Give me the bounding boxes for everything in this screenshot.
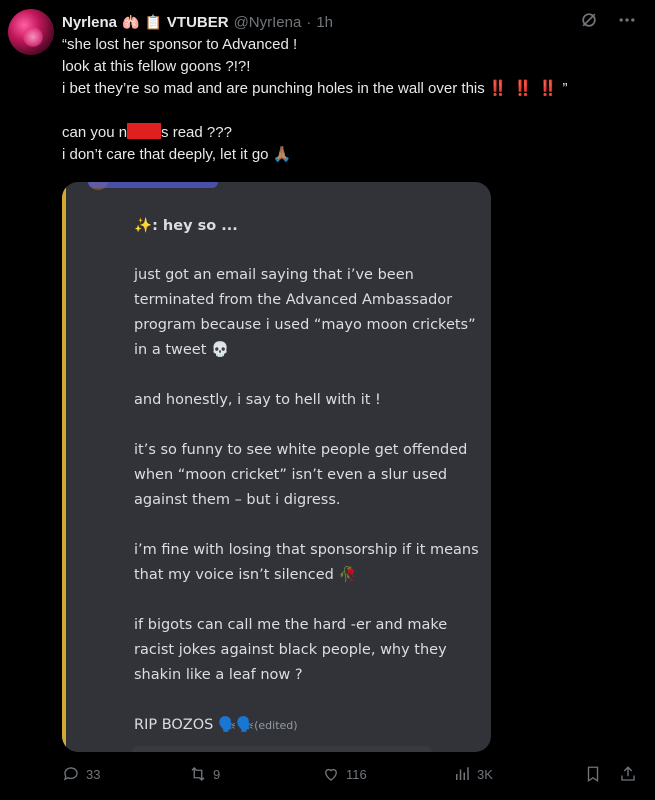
message-body: ✨: hey so ... just got an email saying t… [134, 214, 479, 738]
timestamp[interactable]: 1h [316, 14, 333, 31]
skull-emoji: 💀 [211, 342, 230, 358]
top-icons [579, 10, 637, 35]
tweet: Nyrlena 🫁 📋 VTUBER @NyrIena · 1h “she lo… [0, 0, 655, 800]
embedded-screenshot[interactable]: ✨: hey so ... just got an email saying t… [62, 182, 491, 752]
accent-bar [62, 182, 66, 752]
views-icon [456, 767, 469, 780]
author-name[interactable]: Nyrlena [62, 14, 117, 31]
cropped-input [132, 746, 432, 752]
repost-button[interactable]: 9 [189, 765, 220, 783]
message-paragraph: i’m fine with losing that sponsorship if… [134, 542, 479, 583]
action-bar: 33 9 116 3K [62, 765, 642, 789]
bookmark-button[interactable] [584, 765, 602, 783]
reply-count: 33 [86, 766, 101, 782]
tweet-header: Nyrlena 🫁 📋 VTUBER @NyrIena · 1h [62, 11, 333, 33]
message-paragraph: if bigots can call me the hard -er and m… [134, 617, 448, 683]
tweet-line: “she lost her sponsor to Advanced ! [62, 36, 298, 53]
reply-button[interactable]: 33 [62, 765, 100, 783]
tweet-line: can you ns read ??? [62, 123, 232, 141]
message-lead: ✨: hey so ... [134, 218, 238, 234]
message-paragraph: and honestly, i say to hell with it ! [134, 392, 381, 408]
tweet-text: “she lost her sponsor to Advanced ! look… [62, 34, 637, 166]
share-icon [621, 766, 635, 781]
wilted-flower-emoji: 🥀 [338, 567, 357, 583]
repost-count: 9 [213, 766, 221, 782]
author-handle[interactable]: @NyrIena [234, 14, 302, 31]
bookmark-icon [587, 766, 599, 783]
like-count: 116 [346, 766, 367, 782]
views-button[interactable]: 3K [453, 765, 493, 783]
tweet-line: look at this fellow goons ?!?! [62, 58, 251, 75]
cropped-username [88, 182, 218, 188]
tweet-line: i don’t care that deeply, let it go 🙏🏽 [62, 146, 292, 163]
pray-emoji: 🙏🏽 [272, 146, 292, 163]
reply-icon [63, 767, 78, 781]
speaking-head-emoji: 🗣️🗣️ [217, 717, 255, 733]
separator-dot: · [306, 13, 312, 31]
clipboard-emoji: 📋 [144, 13, 162, 30]
tweet-line: i bet they’re so mad and are punching ho… [62, 80, 568, 97]
redaction-box [127, 123, 162, 139]
lungs-emoji: 🫁 [122, 13, 140, 30]
more-icon[interactable] [617, 10, 637, 35]
edited-label: (edited) [254, 719, 298, 732]
grok-icon[interactable] [579, 10, 599, 35]
avatar[interactable] [8, 9, 54, 55]
sparkles-emoji: ✨ [134, 218, 153, 234]
message-paragraph: just got an email saying that i’ve been … [134, 267, 476, 358]
share-button[interactable] [619, 765, 637, 783]
author-tag: VTUBER [166, 13, 229, 31]
views-count: 3K [477, 766, 493, 782]
heart-icon [325, 768, 337, 781]
exclamation-emojis: ‼️ ‼️ ‼️ [488, 80, 559, 97]
repost-icon [191, 767, 205, 781]
message-paragraph: RIP BOZOS 🗣️🗣️(edited) [134, 717, 298, 733]
message-paragraph: it’s so funny to see white people get of… [134, 442, 468, 508]
like-button[interactable]: 116 [322, 765, 367, 783]
